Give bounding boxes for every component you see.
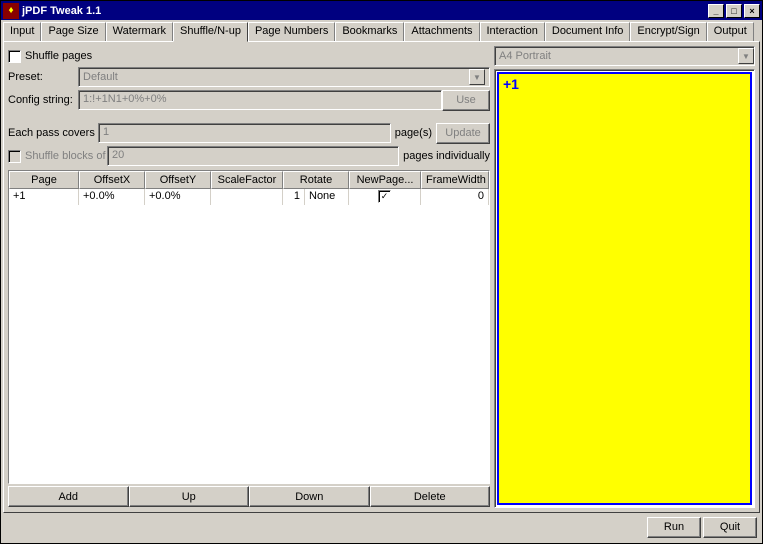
preset-select[interactable]: Default ▼ <box>78 67 490 87</box>
tab-page-size[interactable]: Page Size <box>41 22 105 41</box>
preset-label: Preset: <box>8 71 78 83</box>
cell-offsety[interactable]: +0.0% <box>145 189 211 205</box>
preview-format-select[interactable]: A4 Portrait ▼ <box>494 46 755 66</box>
window-title: jPDF Tweak 1.1 <box>22 5 706 17</box>
tab-attachments[interactable]: Attachments <box>404 22 479 41</box>
tab-page-numbers[interactable]: Page Numbers <box>248 22 335 41</box>
cell-rotate-n[interactable]: 1 <box>283 189 305 205</box>
run-button[interactable]: Run <box>647 517 701 538</box>
add-button[interactable]: Add <box>8 486 129 507</box>
chevron-down-icon: ▼ <box>738 48 754 64</box>
app-icon: ♦ <box>3 3 19 19</box>
individually-label: pages individually <box>399 150 490 162</box>
shuffle-pages-checkbox[interactable] <box>8 50 21 63</box>
table-row[interactable]: +1 +0.0% +0.0% 1 None 0 <box>9 189 489 205</box>
chevron-down-icon: ▼ <box>469 69 485 85</box>
up-button[interactable]: Up <box>129 486 250 507</box>
quit-button[interactable]: Quit <box>703 517 757 538</box>
preview-page: +1 <box>497 72 752 505</box>
pages-table: Page OffsetX OffsetY ScaleFactor Rotate … <box>8 170 490 484</box>
col-offsety[interactable]: OffsetY <box>145 171 211 189</box>
minimize-button[interactable]: _ <box>708 4 724 18</box>
shuffle-blocks-label: Shuffle blocks of <box>25 150 107 162</box>
config-label: Config string: <box>8 94 78 106</box>
preview-page-label: +1 <box>503 76 519 92</box>
pass-covers-input[interactable]: 1 <box>98 123 391 143</box>
tab-bar: InputPage SizeWatermarkShuffle/N-upPage … <box>3 22 760 41</box>
cell-offsetx[interactable]: +0.0% <box>79 189 145 205</box>
preset-value: Default <box>83 71 118 83</box>
col-scalefactor[interactable]: ScaleFactor <box>211 171 283 189</box>
tab-input[interactable]: Input <box>3 22 41 41</box>
tab-document-info[interactable]: Document Info <box>545 22 631 41</box>
preview-area: +1 <box>494 69 755 508</box>
cell-rotate[interactable]: None <box>305 189 349 205</box>
col-page[interactable]: Page <box>9 171 79 189</box>
update-button[interactable]: Update <box>436 123 490 144</box>
pass-covers-label: Each pass covers <box>8 127 98 139</box>
cell-newpage[interactable] <box>349 189 421 205</box>
cell-framewidth[interactable]: 0 <box>421 189 489 205</box>
maximize-button[interactable]: □ <box>726 4 742 18</box>
config-string-input[interactable]: 1:!+1N1+0%+0% <box>78 90 442 110</box>
tab-shuffle-n-up[interactable]: Shuffle/N-up <box>173 22 248 42</box>
shuffle-blocks-input[interactable]: 20 <box>107 146 399 166</box>
tab-bookmarks[interactable]: Bookmarks <box>335 22 404 41</box>
col-offsetx[interactable]: OffsetX <box>79 171 145 189</box>
col-framewidth[interactable]: FrameWidth <box>421 171 489 189</box>
col-newpage[interactable]: NewPage... <box>349 171 421 189</box>
preview-format-value: A4 Portrait <box>499 50 551 62</box>
tab-watermark[interactable]: Watermark <box>106 22 173 41</box>
cell-page[interactable]: +1 <box>9 189 79 205</box>
down-button[interactable]: Down <box>249 486 370 507</box>
tab-encrypt-sign[interactable]: Encrypt/Sign <box>630 22 706 41</box>
pages-label: page(s) <box>391 127 436 139</box>
shuffle-blocks-checkbox[interactable] <box>8 150 21 163</box>
use-button[interactable]: Use <box>442 90 490 111</box>
cell-scalefactor[interactable] <box>211 189 283 205</box>
delete-button[interactable]: Delete <box>370 486 491 507</box>
col-rotate[interactable]: Rotate <box>283 171 349 189</box>
close-button[interactable]: × <box>744 4 760 18</box>
shuffle-pages-label: Shuffle pages <box>25 50 92 62</box>
tab-interaction[interactable]: Interaction <box>480 22 545 41</box>
tab-output[interactable]: Output <box>707 22 754 41</box>
titlebar: ♦ jPDF Tweak 1.1 _ □ × <box>1 1 762 20</box>
newpage-checkbox[interactable] <box>378 190 391 203</box>
